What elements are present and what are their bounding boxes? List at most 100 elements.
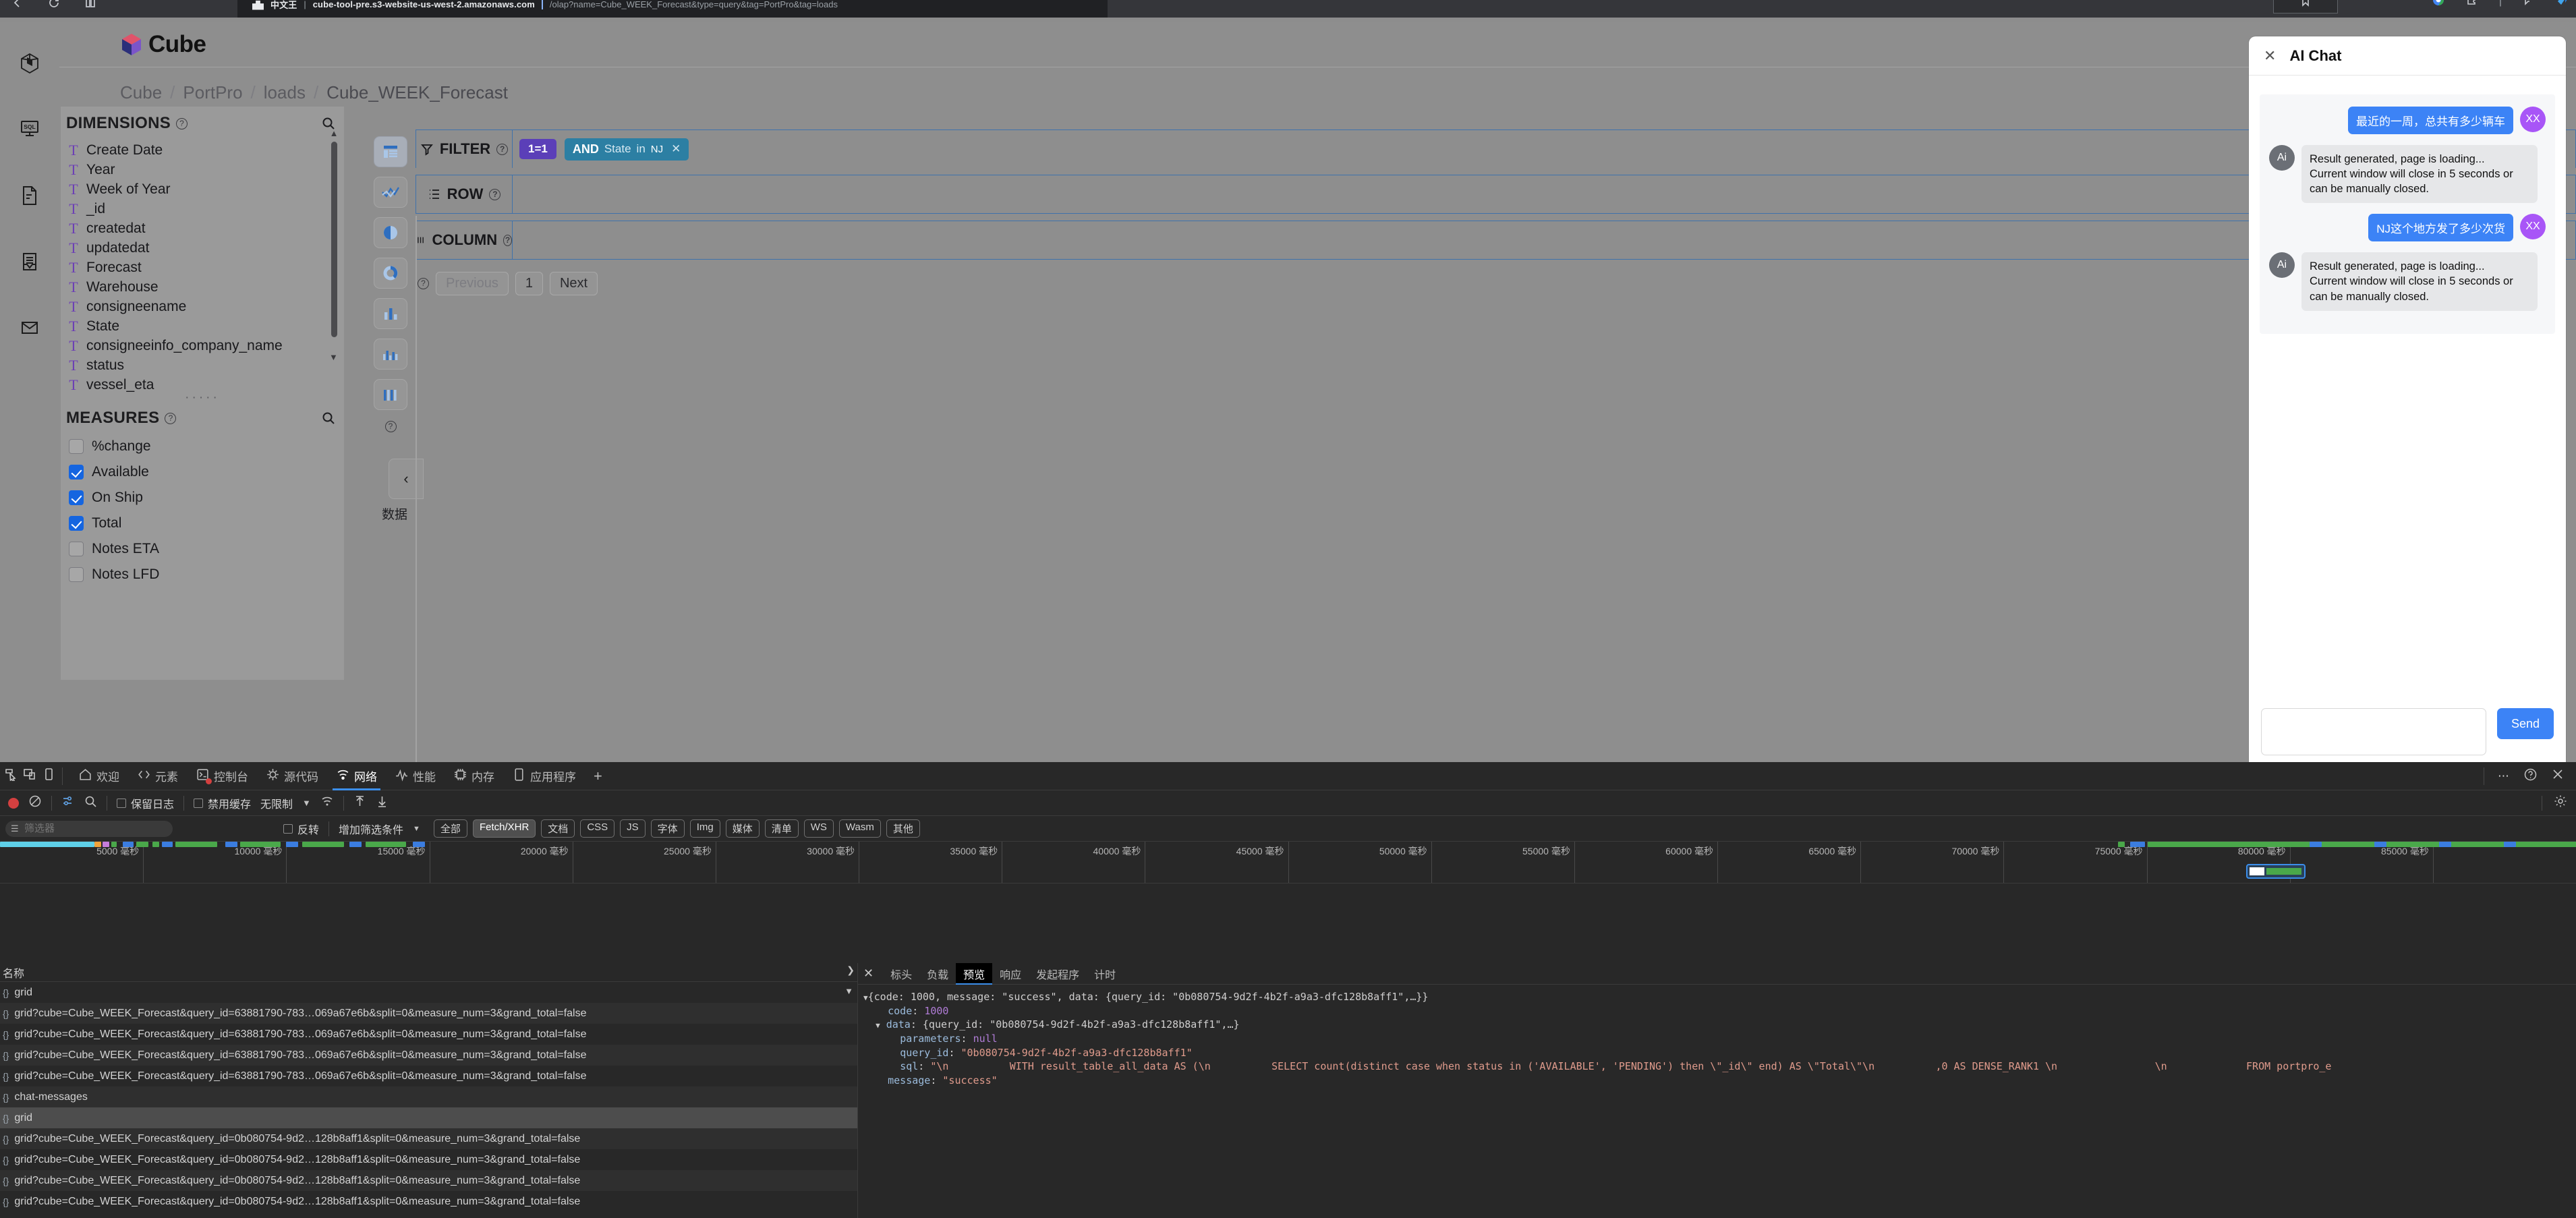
send-button[interactable]: Send — [2497, 708, 2554, 739]
dimension-item[interactable]: Tupdatedat — [67, 238, 344, 258]
report-icon[interactable] — [16, 248, 43, 275]
dimension-item[interactable]: Tconsigneeinfo_company_name — [67, 336, 344, 355]
previous-page-button[interactable]: Previous — [436, 272, 509, 295]
extensions-icon[interactable] — [2465, 0, 2479, 10]
chevron-down-icon[interactable]: ▼ — [302, 798, 311, 808]
more-options-icon[interactable]: ⋯ — [2498, 770, 2509, 783]
devtools-tab-sources[interactable]: 源代码 — [257, 762, 327, 790]
close-icon[interactable]: ✕ — [2264, 48, 2276, 63]
chrome-profile-icon[interactable] — [2432, 0, 2445, 10]
detail-tab[interactable]: 标头 — [883, 963, 919, 985]
request-row[interactable]: {} grid — [0, 1107, 857, 1128]
breadcrumb-item-2[interactable]: loads — [264, 82, 306, 103]
back-icon[interactable] — [11, 0, 24, 9]
scroll-up-icon[interactable]: ▲ — [329, 129, 339, 138]
help-icon[interactable] — [2524, 768, 2537, 784]
resource-type-chip[interactable]: 字体 — [650, 819, 685, 838]
app-logo[interactable]: Cube — [120, 31, 206, 58]
clear-icon[interactable] — [28, 794, 42, 811]
data-panel-collapse-button[interactable]: ‹ — [389, 459, 424, 499]
bar-chart-icon[interactable] — [374, 298, 407, 329]
chevron-right-icon[interactable]: ❯ — [847, 964, 855, 976]
line-chart-icon[interactable] — [374, 177, 407, 208]
devtools-tab-application[interactable]: 应用程序 — [503, 762, 585, 790]
resource-type-chip[interactable]: Img — [689, 819, 720, 838]
expand-toggle-icon[interactable]: ▼ — [863, 993, 868, 1002]
resource-type-chip[interactable]: 其他 — [886, 819, 920, 838]
help-icon[interactable]: ? — [418, 278, 429, 289]
gear-icon[interactable] — [2553, 794, 2568, 812]
request-row[interactable]: {} chat-messages — [0, 1086, 857, 1107]
close-icon[interactable]: ✕ — [863, 966, 874, 981]
share-icon[interactable] — [2522, 0, 2536, 10]
request-row[interactable]: {} grid?cube=Cube_WEEK_Forecast&query_id=… — [0, 1128, 857, 1149]
detail-tab[interactable]: 负载 — [919, 963, 956, 985]
measure-checkbox[interactable] — [69, 542, 84, 556]
help-icon[interactable]: ? — [384, 421, 397, 432]
dimension-item[interactable]: T Year — [67, 160, 344, 179]
copilot-icon[interactable] — [2556, 0, 2571, 10]
measure-item[interactable]: On Ship — [61, 485, 344, 511]
panel-resize-handle[interactable]: ····· — [61, 391, 344, 404]
help-icon[interactable]: ? — [489, 188, 501, 200]
page-number[interactable]: 1 — [515, 272, 543, 295]
request-row[interactable]: {} grid?cube=Cube_WEEK_Forecast&query_id=… — [0, 1024, 857, 1045]
devtools-tab-performance[interactable]: 性能 — [386, 762, 445, 790]
measure-checkbox[interactable] — [69, 516, 84, 531]
detail-tab[interactable]: 计时 — [1087, 963, 1123, 985]
grouped-bar-chart-icon[interactable] — [374, 339, 407, 370]
add-panel-button[interactable]: + — [585, 762, 611, 790]
measure-checkbox[interactable] — [69, 567, 84, 582]
column-header-name[interactable]: 名称 — [3, 964, 24, 981]
inspect-element-icon[interactable] — [4, 767, 18, 784]
sql-icon[interactable]: SQL — [16, 116, 43, 143]
devtools-tab-code[interactable]: 元素 — [128, 762, 187, 790]
request-row[interactable]: {} grid?cube=Cube_WEEK_Forecast&query_id=… — [0, 1003, 857, 1024]
disable-cache-checkbox[interactable]: 禁用缓存 — [194, 795, 251, 811]
close-icon[interactable]: ✕ — [671, 142, 681, 156]
invert-checkbox[interactable]: 反转 — [283, 821, 319, 837]
breadcrumb-item-3[interactable]: Cube_WEEK_Forecast — [326, 82, 508, 103]
resource-type-chip[interactable]: CSS — [580, 819, 615, 838]
record-button[interactable] — [8, 797, 19, 809]
measure-item[interactable]: Total — [61, 511, 344, 536]
resource-type-chip[interactable]: Fetch/XHR — [472, 819, 536, 838]
help-icon[interactable]: ? — [503, 234, 512, 246]
devtools-tab-network[interactable]: 网络 — [327, 762, 386, 790]
measure-checkbox[interactable] — [69, 439, 84, 454]
chip-1equals1[interactable]: 1=1 — [519, 139, 556, 159]
help-icon[interactable]: ? — [176, 117, 188, 129]
help-icon[interactable]: ? — [165, 412, 177, 424]
dimension-item[interactable]: T Warehouse — [67, 277, 344, 297]
measure-item[interactable]: Notes ETA — [61, 536, 344, 562]
measure-item[interactable]: Notes LFD — [61, 562, 344, 587]
dimension-item[interactable]: T State — [67, 316, 344, 336]
measure-item[interactable]: %change — [61, 434, 344, 459]
import-har-icon[interactable] — [353, 794, 366, 811]
network-conditions-icon[interactable] — [320, 794, 334, 811]
resource-type-chip[interactable]: 清单 — [764, 819, 799, 838]
search-icon[interactable] — [84, 795, 97, 811]
scroll-thumb[interactable] — [331, 142, 337, 337]
reload-icon[interactable] — [47, 0, 61, 9]
request-row[interactable]: {} grid — [0, 982, 857, 1003]
request-row[interactable]: {} grid?cube=Cube_WEEK_Forecast&query_id=… — [0, 1045, 857, 1066]
dimension-item[interactable]: T _id — [67, 199, 344, 219]
tab-search-icon[interactable] — [84, 0, 97, 9]
filter-settings-icon[interactable] — [61, 794, 75, 811]
bookmark-pill[interactable] — [2273, 0, 2338, 13]
export-har-icon[interactable] — [376, 794, 389, 811]
next-page-button[interactable]: Next — [549, 272, 598, 295]
resource-type-chip[interactable]: Wasm — [838, 819, 881, 838]
measure-item[interactable]: Available — [61, 459, 344, 485]
document-icon[interactable] — [16, 182, 43, 209]
resource-type-chip[interactable]: 文档 — [541, 819, 575, 838]
cube-icon[interactable] — [16, 50, 43, 77]
request-row[interactable]: {} grid?cube=Cube_WEEK_Forecast&query_id=… — [0, 1149, 857, 1170]
browser-tab-active[interactable]: 中文王 | cube-tool-pre.s3-website-us-west-2… — [237, 0, 1108, 19]
devtools-tab-console[interactable]: 控制台 — [187, 762, 257, 790]
measure-checkbox[interactable] — [69, 490, 84, 505]
resource-type-chip[interactable]: JS — [620, 819, 646, 838]
close-icon[interactable] — [2552, 768, 2564, 784]
timeline-selected-request[interactable] — [2246, 864, 2306, 879]
